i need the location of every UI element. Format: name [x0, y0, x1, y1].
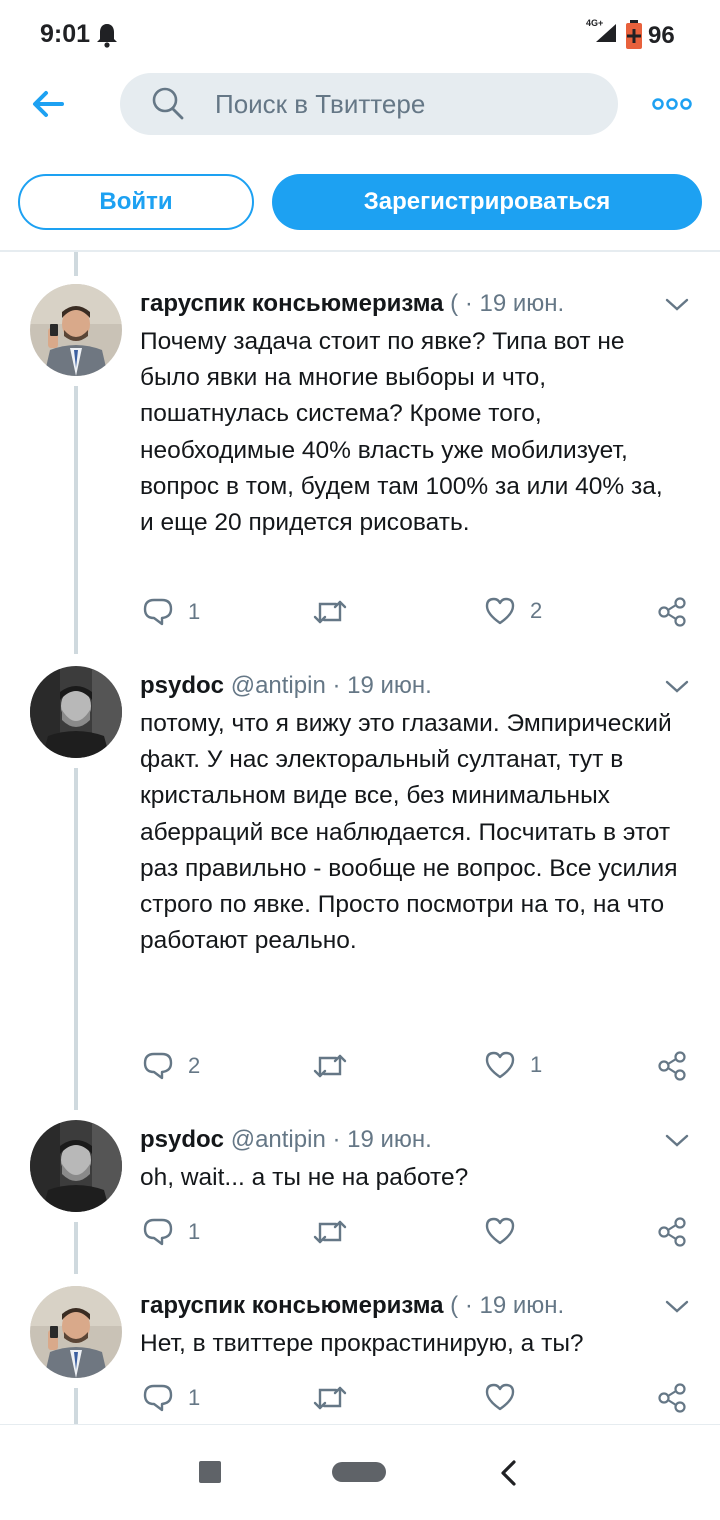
tweet-date[interactable]: 19 июн. — [480, 290, 565, 317]
reply-count: 1 — [188, 1385, 201, 1410]
chevron-down-icon[interactable] — [664, 679, 690, 695]
system-nav-bar — [0, 1424, 720, 1520]
thread-line — [74, 252, 78, 276]
home-pill-icon[interactable] — [332, 1462, 386, 1482]
tweet-text: Почему задача стоит по явке? Типа вот не… — [140, 328, 663, 537]
chevron-down-icon[interactable] — [664, 1299, 690, 1315]
tweet-date[interactable]: 19 июн. — [347, 1126, 432, 1153]
avatar-image — [30, 284, 122, 376]
reply-button[interactable]: 2 — [142, 1050, 200, 1082]
heart-icon — [485, 597, 515, 625]
author-name[interactable]: гаруспик консьюмеризма — [140, 1292, 443, 1319]
retweet-button[interactable] — [312, 1216, 362, 1248]
header-divider — [0, 250, 720, 252]
author-handle[interactable]: @antipin — [231, 672, 326, 699]
tweet-header: psydoc @antipin · 19 июн. — [140, 672, 432, 700]
separator-dot: · — [464, 290, 473, 317]
tweet[interactable]: гаруспик консьюмеризма ( · 19 июн. Почем… — [0, 282, 720, 662]
reply-count: 1 — [188, 599, 201, 624]
tweet-text: потому, что я вижу это глазами. Эмпириче… — [140, 710, 678, 955]
avatar[interactable] — [30, 666, 122, 758]
share-button[interactable] — [656, 1050, 688, 1082]
like-count: 1 — [530, 1052, 543, 1077]
share-icon — [658, 1217, 686, 1247]
notification-bell-icon — [97, 24, 117, 48]
author-name[interactable]: гаруспик консьюмеризма — [140, 290, 443, 317]
status-time: 9:01 — [40, 20, 91, 48]
avatar[interactable] — [30, 1286, 122, 1378]
reply-icon — [143, 1052, 173, 1080]
tweet-header: гаруспик консьюмеризма ( · 19 июн. — [140, 1292, 564, 1320]
battery-icon — [626, 20, 642, 49]
avatar[interactable] — [30, 1120, 122, 1212]
chevron-down-icon[interactable] — [664, 1133, 690, 1149]
like-button[interactable]: 2 — [484, 596, 542, 626]
share-button[interactable] — [656, 1382, 688, 1414]
avatar-image — [30, 666, 122, 758]
back-arrow-icon[interactable] — [28, 84, 68, 124]
avatar-image — [30, 1286, 122, 1378]
reply-button[interactable]: 1 — [142, 1382, 200, 1414]
search-input[interactable]: Поиск в Твиттере — [120, 73, 618, 135]
tweet-header: гаруспик консьюмеризма ( · 19 июн. — [140, 290, 564, 318]
share-icon — [658, 1051, 686, 1081]
retweet-button[interactable] — [312, 596, 362, 628]
reply-icon — [143, 598, 173, 626]
reply-button[interactable]: 1 — [142, 1216, 200, 1248]
system-back-icon[interactable] — [498, 1459, 518, 1487]
author-name[interactable]: psydoc — [140, 672, 224, 699]
reply-icon — [143, 1218, 173, 1246]
signal-icon — [596, 24, 616, 42]
retweet-button[interactable] — [312, 1050, 362, 1082]
heart-icon — [485, 1383, 515, 1411]
search-placeholder: Поиск в Твиттере — [215, 89, 426, 119]
tweet-header: psydoc @antipin · 19 июн. — [140, 1126, 432, 1154]
search-icon — [152, 87, 184, 120]
signup-button[interactable]: Зарегистрироваться — [272, 174, 702, 230]
separator-dot: · — [332, 1126, 341, 1153]
author-name[interactable]: psydoc — [140, 1126, 224, 1153]
login-button[interactable]: Войти — [18, 174, 254, 230]
retweet-button[interactable] — [312, 1382, 362, 1414]
share-button[interactable] — [656, 596, 688, 628]
like-button[interactable] — [484, 1382, 530, 1412]
tweet-text: oh, wait... а ты не на работе? — [140, 1164, 469, 1191]
author-handle[interactable]: @antipin — [231, 1126, 326, 1153]
share-button[interactable] — [656, 1216, 688, 1248]
share-icon — [658, 1383, 686, 1413]
share-icon — [658, 597, 686, 627]
author-handle[interactable]: ( — [450, 1292, 458, 1319]
reply-count: 1 — [188, 1219, 201, 1244]
tweet-text: Нет, в твиттере прокрастинирую, а ты? — [140, 1330, 584, 1357]
avatar-image — [30, 1120, 122, 1212]
tweet[interactable]: psydoc @antipin · 19 июн. oh, wait... а … — [0, 1118, 720, 1278]
like-count: 2 — [530, 598, 543, 623]
battery-percent: 96 — [648, 22, 675, 49]
retweet-icon — [313, 1054, 347, 1078]
heart-icon — [485, 1217, 515, 1245]
tweet-date[interactable]: 19 июн. — [347, 672, 432, 699]
heart-icon — [485, 1051, 515, 1079]
like-button[interactable] — [484, 1216, 530, 1246]
status-bar: 9:01 4G+ 96 — [0, 0, 720, 70]
retweet-icon — [313, 600, 347, 624]
separator-dot: · — [464, 1292, 473, 1319]
author-handle[interactable]: ( — [450, 290, 458, 317]
like-button[interactable]: 1 — [484, 1050, 542, 1080]
more-options-icon[interactable] — [652, 96, 692, 112]
retweet-icon — [313, 1386, 347, 1410]
tweet[interactable]: гаруспик консьюмеризма ( · 19 июн. Нет, … — [0, 1284, 720, 1424]
chevron-down-icon[interactable] — [664, 297, 690, 313]
reply-icon — [143, 1384, 173, 1412]
separator-dot: · — [332, 672, 341, 699]
tweet-date[interactable]: 19 июн. — [480, 1292, 565, 1319]
recent-apps-icon[interactable] — [199, 1461, 221, 1483]
reply-count: 2 — [188, 1053, 201, 1078]
tweet[interactable]: psydoc @antipin · 19 июн. потому, что я … — [0, 664, 720, 1104]
retweet-icon — [313, 1220, 347, 1244]
reply-button[interactable]: 1 — [142, 596, 200, 628]
avatar[interactable] — [30, 284, 122, 376]
